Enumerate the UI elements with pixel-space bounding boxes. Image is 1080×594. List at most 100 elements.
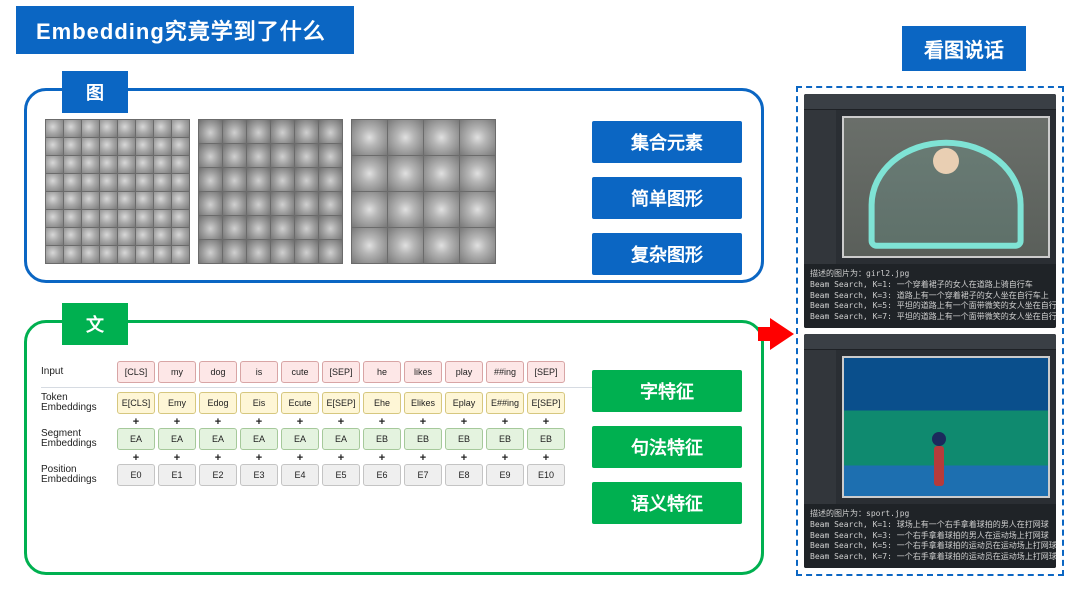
feature-cell — [424, 228, 459, 263]
plus-icon: + — [322, 452, 360, 464]
feature-cell — [319, 192, 342, 215]
feature-cell — [388, 228, 423, 263]
feature-cell — [388, 192, 423, 227]
feature-cell — [460, 192, 495, 227]
feature-cell — [199, 192, 222, 215]
feature-cell — [100, 174, 117, 191]
token-cell: EB — [527, 428, 565, 450]
plus-icon: + — [527, 416, 565, 428]
feature-cell — [295, 240, 318, 263]
feature-cell — [271, 216, 294, 239]
feature-cell — [319, 168, 342, 191]
feature-cell — [172, 192, 189, 209]
feature-cell — [460, 120, 495, 155]
label-syntax-feature: 句法特征 — [592, 426, 742, 468]
plus-icon: + — [158, 416, 196, 428]
token-cell: E8 — [445, 464, 483, 486]
token-cell: EB — [363, 428, 401, 450]
token-cell: EA — [158, 428, 196, 450]
feature-cell — [199, 240, 222, 263]
feature-cell — [46, 210, 63, 227]
feature-cell — [64, 138, 81, 155]
plus-icon: + — [445, 416, 483, 428]
feature-cell — [172, 156, 189, 173]
caption-label: 看图说话 — [902, 26, 1026, 71]
feature-cell — [352, 192, 387, 227]
feature-cell — [247, 216, 270, 239]
feature-cell — [154, 246, 171, 263]
feature-cell — [295, 144, 318, 167]
token-cell: [CLS] — [117, 361, 155, 383]
example-girl: 描述的图片为：girl2.jpg Beam Search, K=1: 一个穿着裙… — [804, 94, 1056, 328]
feature-cell — [424, 192, 459, 227]
plus-icon: + — [199, 416, 237, 428]
feature-grid-mid — [198, 119, 343, 264]
token-cell: E[CLS] — [117, 392, 155, 414]
plus-icon: + — [281, 452, 319, 464]
plus-icon: + — [486, 452, 524, 464]
feature-cell — [199, 144, 222, 167]
feature-cell — [460, 156, 495, 191]
caption-output-sport: 描述的图片为：sport.jpg Beam Search, K=1: 球场上有一… — [804, 504, 1056, 568]
plus-icon: + — [363, 416, 401, 428]
feature-cell — [136, 174, 153, 191]
window-titlebar — [804, 94, 1056, 110]
token-cell: E4 — [281, 464, 319, 486]
feature-cell — [172, 120, 189, 137]
plus-icon: + — [486, 416, 524, 428]
feature-cell — [223, 120, 246, 143]
token-cell: Emy — [158, 392, 196, 414]
label-simple-shapes: 简单图形 — [592, 177, 742, 219]
token-cell: is — [240, 361, 278, 383]
row-label-position: Position Embeddings — [41, 465, 117, 486]
plus-icon: + — [445, 452, 483, 464]
arrow-right-icon — [770, 318, 794, 350]
feature-cell — [352, 228, 387, 263]
text-side-labels: 字特征 句法特征 语义特征 — [592, 370, 742, 524]
feature-cell — [460, 228, 495, 263]
feature-cell — [247, 192, 270, 215]
feature-cell — [154, 192, 171, 209]
feature-cell — [172, 228, 189, 245]
plus-icon: + — [404, 452, 442, 464]
caption-examples: 描述的图片为：girl2.jpg Beam Search, K=1: 一个穿着裙… — [796, 86, 1064, 576]
feature-cell — [271, 120, 294, 143]
feature-cell — [136, 228, 153, 245]
token-cell: Edog — [199, 392, 237, 414]
token-cell: E[SEP] — [322, 392, 360, 414]
feature-cell — [118, 246, 135, 263]
feature-cell — [295, 120, 318, 143]
token-cell: EA — [117, 428, 155, 450]
feature-cell — [223, 144, 246, 167]
token-cell: E9 — [486, 464, 524, 486]
feature-cell — [295, 192, 318, 215]
feature-cell — [223, 216, 246, 239]
feature-cell — [118, 192, 135, 209]
feature-cell — [136, 192, 153, 209]
feature-cell — [100, 156, 117, 173]
feature-cell — [118, 228, 135, 245]
feature-cell — [100, 138, 117, 155]
feature-cell — [100, 120, 117, 137]
plus-icon: + — [117, 416, 155, 428]
token-cell: EA — [322, 428, 360, 450]
panel-image-tag: 图 — [62, 71, 128, 113]
feature-cell — [136, 156, 153, 173]
feature-cell — [100, 210, 117, 227]
token-cell: EB — [404, 428, 442, 450]
token-cell: Eplay — [445, 392, 483, 414]
feature-cell — [64, 192, 81, 209]
plus-icon: + — [363, 452, 401, 464]
row-label-token: Token Embeddings — [41, 393, 117, 414]
token-cell: E2 — [199, 464, 237, 486]
feature-cell — [46, 138, 63, 155]
plus-icon: + — [404, 416, 442, 428]
caption-output-girl: 描述的图片为：girl2.jpg Beam Search, K=1: 一个穿着裙… — [804, 264, 1056, 328]
token-cell: E[SEP] — [527, 392, 565, 414]
feature-cell — [319, 240, 342, 263]
token-cell: cute — [281, 361, 319, 383]
feature-cell — [271, 144, 294, 167]
feature-cell — [247, 120, 270, 143]
feature-cell — [295, 168, 318, 191]
plus-icon: + — [322, 416, 360, 428]
